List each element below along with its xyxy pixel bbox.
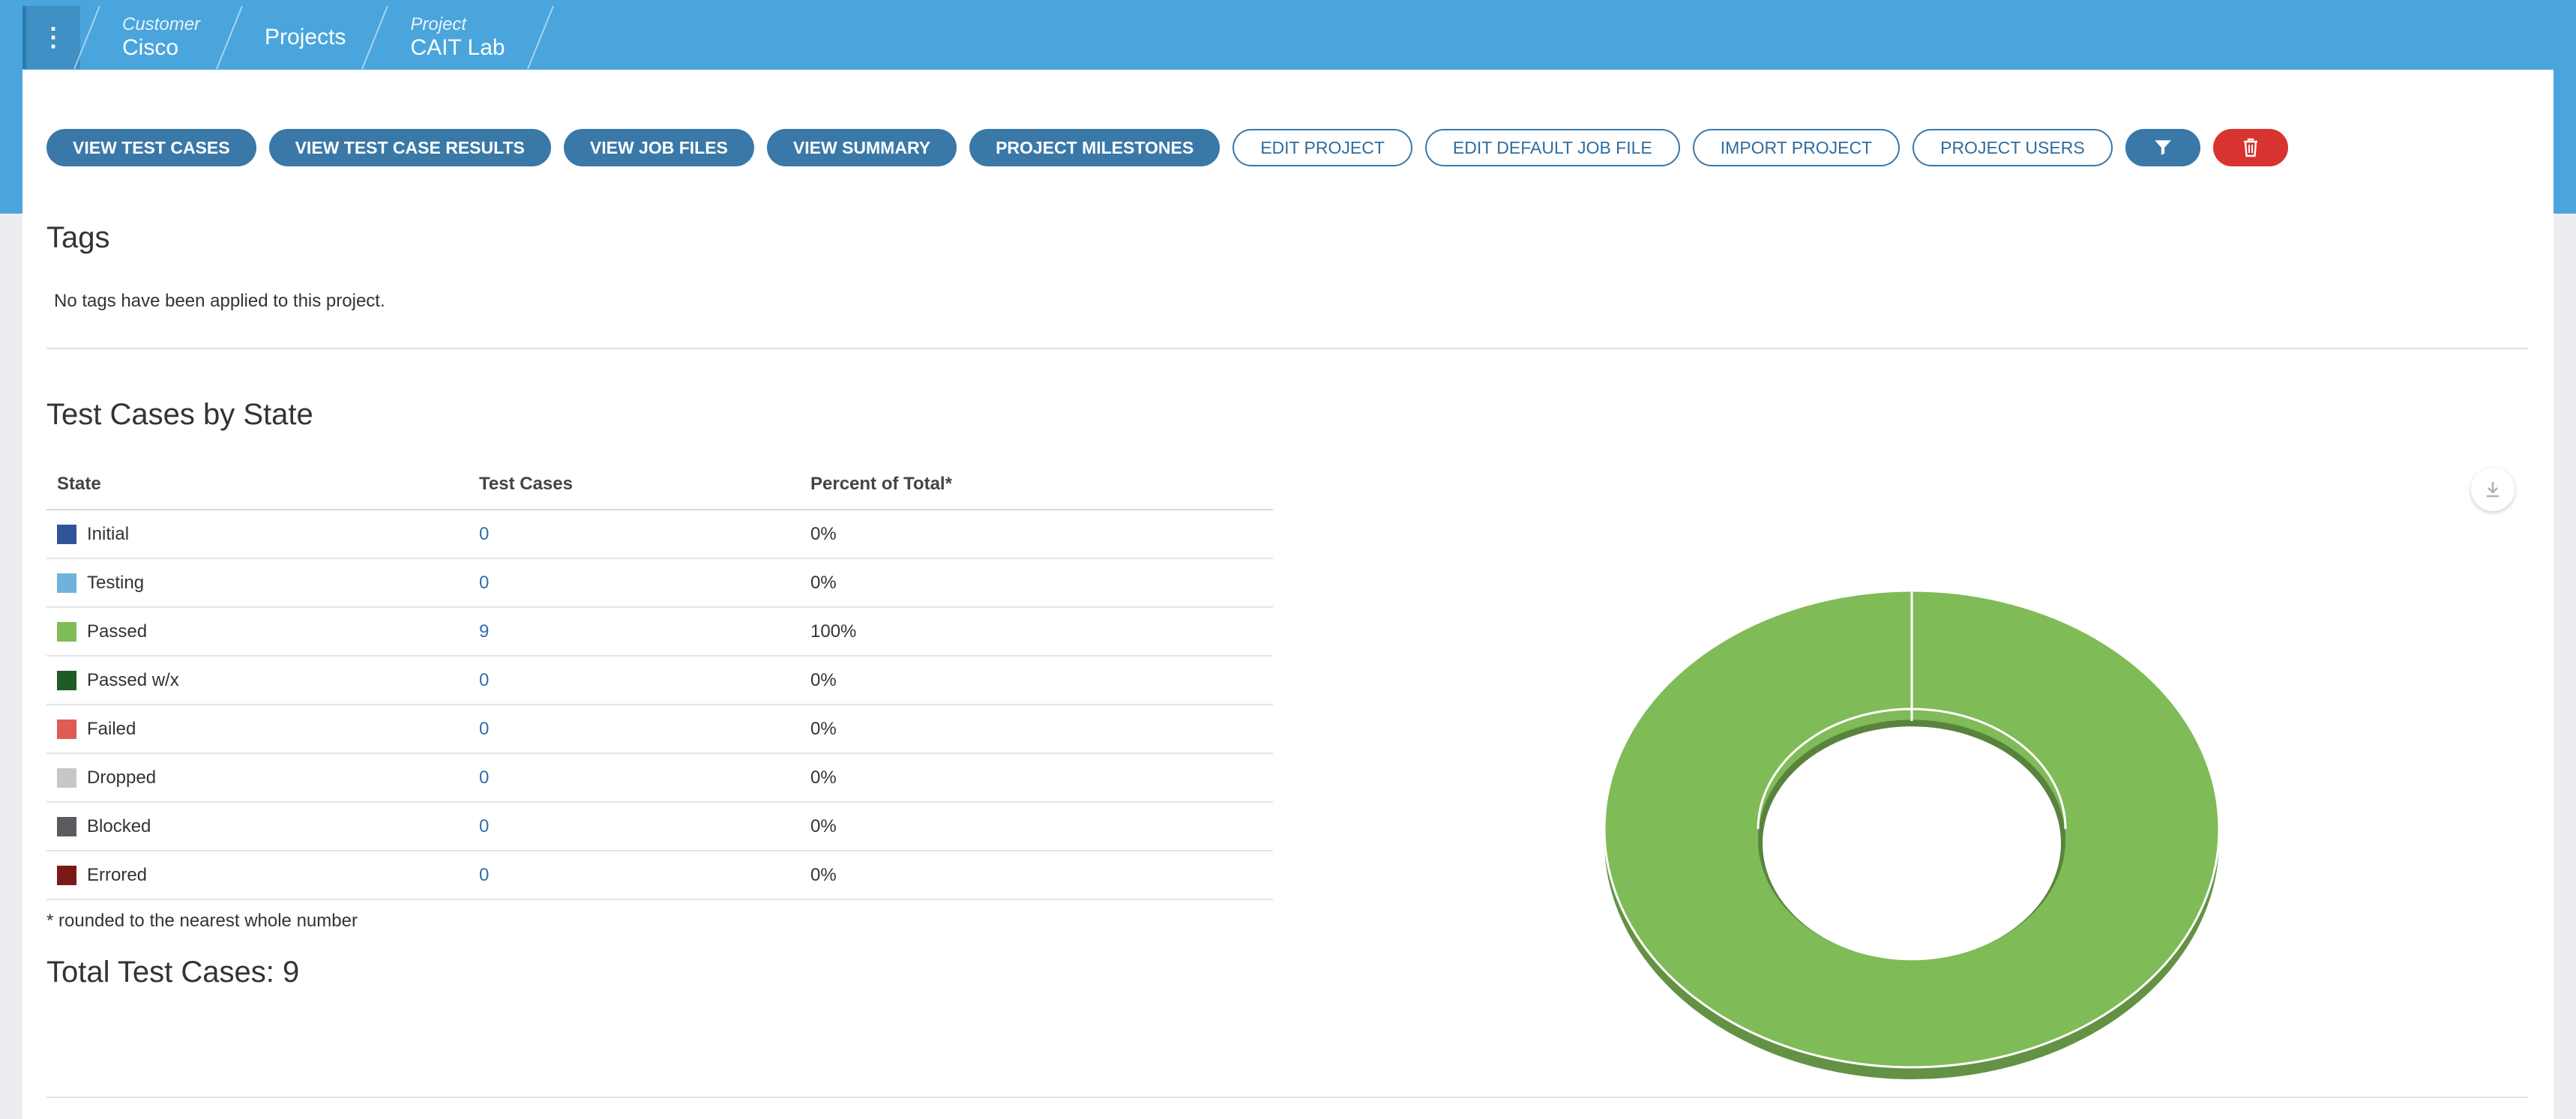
tags-heading: Tags [46,221,110,254]
state-label: Failed [87,718,136,739]
percent-cell: 0% [800,558,1273,608]
import-project-button[interactable]: IMPORT PROJECT [1692,129,1901,166]
breadcrumb-customer-caption: Customer [122,14,201,35]
count-cell: 0 [469,705,800,754]
count-link[interactable]: 0 [479,524,489,544]
trash-icon [2243,138,2257,157]
state-donut-chart [1603,589,2221,1079]
state-label: Initial [87,523,130,544]
column-header-percent: Percent of Total* [800,459,1273,510]
table-row: Errored 0 0% [46,851,1273,900]
main-card: VIEW TEST CASES VIEW TEST CASE RESULTS V… [22,70,2554,1119]
state-label: Dropped [87,767,157,788]
download-button[interactable] [2471,468,2515,511]
view-summary-button[interactable]: VIEW SUMMARY [766,129,957,166]
percent-cell: 100% [800,607,1273,657]
percent-cell: 0% [800,510,1273,559]
state-cell: Passed w/x [46,656,469,705]
column-header-state: State [46,459,469,510]
count-link[interactable]: 0 [479,767,489,788]
count-cell: 0 [469,851,800,900]
state-label: Blocked [87,815,151,836]
column-header-test-cases: Test Cases [469,459,800,510]
state-swatch [57,720,76,740]
table-header-row: State Test Cases Percent of Total* [46,459,1273,510]
state-swatch [57,866,76,886]
table-row: Passed 9 100% [46,607,1273,657]
state-cell: Errored [46,851,469,900]
state-cell: Dropped [46,753,469,803]
state-label: Errored [87,864,148,885]
breadcrumb-customer[interactable]: Customer Cisco [80,6,223,69]
breadcrumb-projects-label: Projects [265,25,346,49]
count-link[interactable]: 9 [479,621,489,642]
download-icon [2487,482,2499,498]
breadcrumb-project-name: CAIT Lab [410,34,505,60]
edit-default-job-file-button[interactable]: EDIT DEFAULT JOB FILE [1424,129,1680,166]
percent-cell: 0% [800,802,1273,851]
table-row: Passed w/x 0 0% [46,656,1273,705]
percent-cell: 0% [800,753,1273,803]
view-job-files-button[interactable]: VIEW JOB FILES [563,129,754,166]
state-swatch [57,671,76,691]
state-swatch [57,768,76,788]
state-cell: Failed [46,705,469,754]
table-row: Initial 0 0% [46,510,1273,559]
states-table: State Test Cases Percent of Total* Initi… [46,459,1273,900]
percent-cell: 0% [800,705,1273,754]
breadcrumb-projects[interactable]: Projects [223,6,368,69]
count-cell: 0 [469,656,800,705]
percent-cell: 0% [800,656,1273,705]
breadcrumb-project-caption: Project [410,14,467,35]
project-milestones-button[interactable]: PROJECT MILESTONES [969,129,1221,166]
edit-project-button[interactable]: EDIT PROJECT [1233,129,1412,166]
project-users-button[interactable]: PROJECT USERS [1913,129,2113,166]
state-cell: Testing [46,558,469,608]
count-link[interactable]: 0 [479,670,489,690]
tags-empty-text: No tags have been applied to this projec… [54,291,385,311]
state-swatch [57,817,76,837]
count-link[interactable]: 0 [479,573,489,593]
table-row: Testing 0 0% [46,558,1273,608]
breadcrumb-customer-name: Cisco [122,34,179,60]
count-cell: 0 [469,558,800,608]
total-test-cases: Total Test Cases: 9 [46,956,300,989]
divider [46,1097,2528,1098]
view-test-case-results-button[interactable]: VIEW TEST CASE RESULTS [268,129,551,166]
state-cell: Initial [46,510,469,559]
menu-icon[interactable]: ⋮ [22,6,80,69]
donut-hole [1763,726,2061,961]
table-row: Dropped 0 0% [46,753,1273,803]
filter-button[interactable] [2125,129,2200,166]
divider [46,348,2528,349]
toolbar: VIEW TEST CASES VIEW TEST CASE RESULTS V… [46,129,2288,166]
breadcrumb: ⋮ Customer Cisco Projects Project CAIT L… [22,6,528,69]
filter-icon [2154,140,2171,155]
count-link[interactable]: 0 [479,816,489,836]
table-row: Failed 0 0% [46,705,1273,754]
count-cell: 9 [469,607,800,657]
view-test-cases-button[interactable]: VIEW TEST CASES [46,129,256,166]
count-link[interactable]: 0 [479,719,489,739]
count-cell: 0 [469,753,800,803]
state-swatch [57,525,76,545]
state-label: Passed w/x [87,669,179,690]
state-cell: Passed [46,607,469,657]
table-row: Blocked 0 0% [46,802,1273,851]
state-cell: Blocked [46,802,469,851]
state-label: Passed [87,621,148,642]
state-label: Testing [87,572,145,593]
footnote: * rounded to the nearest whole number [46,911,358,931]
delete-button[interactable] [2212,129,2288,166]
count-link[interactable]: 0 [479,865,489,885]
count-cell: 0 [469,802,800,851]
breadcrumb-project[interactable]: Project CAIT Lab [368,6,527,69]
state-swatch [57,573,76,594]
states-heading: Test Cases by State [46,398,313,431]
count-cell: 0 [469,510,800,559]
percent-cell: 0% [800,851,1273,900]
state-swatch [57,622,76,642]
